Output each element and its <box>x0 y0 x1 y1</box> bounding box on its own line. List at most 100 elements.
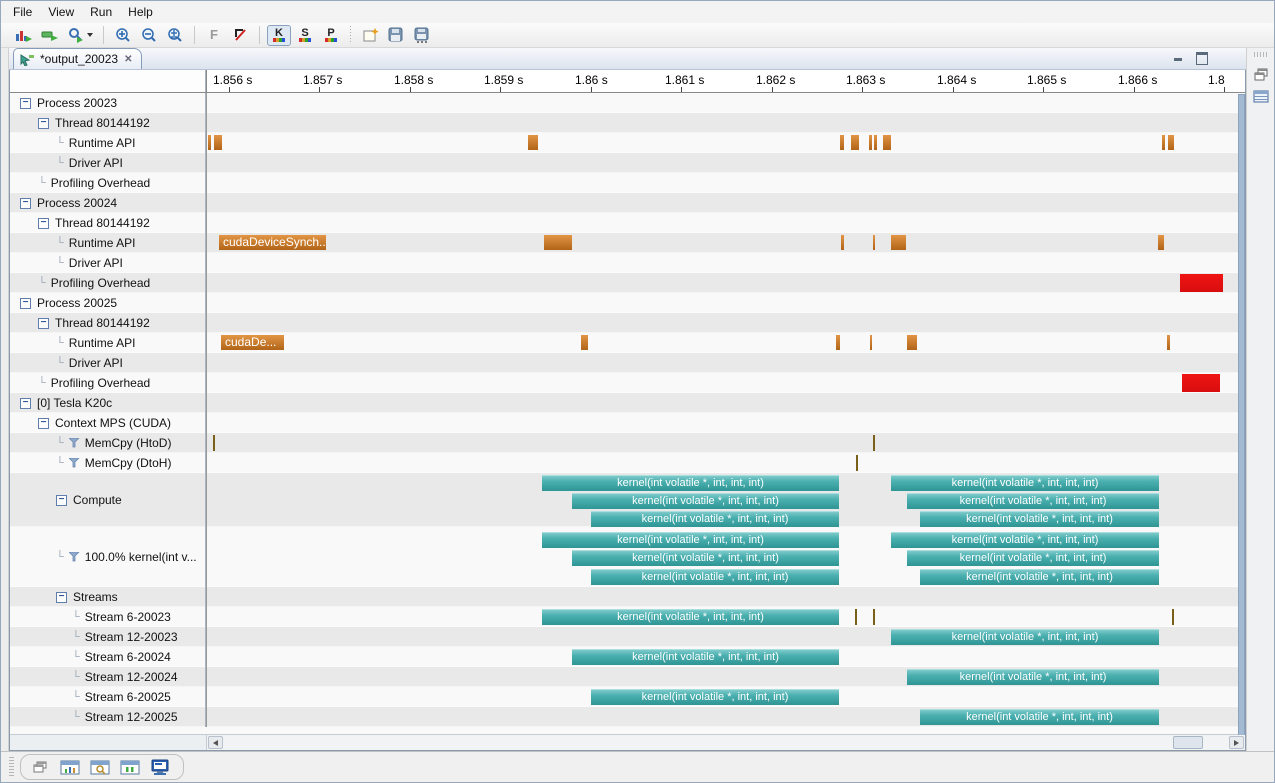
memcpy-marker[interactable] <box>873 609 875 625</box>
memcpy-marker[interactable] <box>856 455 858 471</box>
tree-row-context-mps-cuda-[interactable]: −Context MPS (CUDA) <box>10 413 206 433</box>
minimize-view-icon[interactable] <box>1172 51 1185 63</box>
collapse-expander-icon[interactable]: − <box>56 495 67 506</box>
runtime-api-bar[interactable] <box>544 235 572 250</box>
kernel-bar[interactable]: kernel(int volatile *, int, int, int) <box>907 550 1159 566</box>
properties-table-button[interactable] <box>1250 85 1272 107</box>
kernel-coloring-toggle[interactable]: K <box>267 25 291 46</box>
runtime-api-bar[interactable] <box>907 335 917 350</box>
tree-row-driver-api[interactable]: └Driver API <box>10 153 206 173</box>
close-icon[interactable]: ✕ <box>123 54 133 65</box>
runtime-api-bar[interactable] <box>836 335 840 350</box>
menu-view[interactable]: View <box>40 2 82 22</box>
runtime-api-bar[interactable] <box>841 235 844 250</box>
import-button[interactable] <box>38 25 62 46</box>
zoom-out-button[interactable] <box>137 25 161 46</box>
vertical-scrollbar-thumb[interactable] <box>1238 94 1245 750</box>
zoom-fit-button[interactable] <box>163 25 187 46</box>
tree-row-thread-80144192[interactable]: −Thread 80144192 <box>10 313 206 333</box>
drag-handle-icon[interactable] <box>1254 52 1268 57</box>
tree-row-compute[interactable]: −Compute <box>10 473 206 527</box>
kernel-bar[interactable]: kernel(int volatile *, int, int, int) <box>572 550 839 566</box>
tree-row-memcpy-dtoh-[interactable]: └MemCpy (DtoH) <box>10 453 206 473</box>
kernel-bar[interactable]: kernel(int volatile *, int, int, int) <box>891 629 1159 645</box>
kernel-bar[interactable]: kernel(int volatile *, int, int, int) <box>907 669 1159 685</box>
kernel-bar[interactable]: kernel(int volatile *, int, int, int) <box>591 511 839 527</box>
tree-row-stream-6-20023[interactable]: └Stream 6-20023 <box>10 607 206 627</box>
runtime-api-bar[interactable] <box>874 135 877 150</box>
kernel-bar[interactable]: kernel(int volatile *, int, int, int) <box>891 475 1159 491</box>
tree-row-stream-12-20023[interactable]: └Stream 12-20023 <box>10 627 206 647</box>
tree-row-runtime-api[interactable]: └Runtime API <box>10 333 206 353</box>
kernel-bar[interactable]: kernel(int volatile *, int, int, int) <box>591 689 839 705</box>
vertical-scrollbar[interactable] <box>1238 94 1245 750</box>
collapse-expander-icon[interactable]: − <box>38 218 49 229</box>
runtime-api-bar[interactable]: cudaDe... <box>221 335 284 350</box>
collapse-expander-icon[interactable]: − <box>38 418 49 429</box>
new-session-button[interactable] <box>12 25 36 46</box>
tree-row-stream-12-20024[interactable]: └Stream 12-20024 <box>10 667 206 687</box>
runtime-api-bar[interactable] <box>214 135 222 150</box>
kernel-bar[interactable]: kernel(int volatile *, int, int, int) <box>542 609 839 625</box>
tree-row-stream-6-20025[interactable]: └Stream 6-20025 <box>10 687 206 707</box>
tree-row-streams[interactable]: −Streams <box>10 587 206 607</box>
maximize-view-icon[interactable] <box>1195 51 1208 63</box>
tree-row-100-0-kernel-int-v-[interactable]: └100.0% kernel(int v... <box>10 527 206 587</box>
tree-row-stream-6-20024[interactable]: └Stream 6-20024 <box>10 647 206 667</box>
kernel-bar[interactable]: kernel(int volatile *, int, int, int) <box>920 709 1159 725</box>
tree-row-profiling-overhead[interactable]: └Profiling Overhead <box>10 373 206 393</box>
collapse-expander-icon[interactable]: − <box>20 398 31 409</box>
runtime-api-bar[interactable] <box>1158 235 1164 250</box>
runtime-api-bar[interactable] <box>528 135 538 150</box>
kernel-bar[interactable]: kernel(int volatile *, int, int, int) <box>907 493 1159 509</box>
memcpy-marker[interactable] <box>213 435 215 451</box>
menu-help[interactable]: Help <box>120 2 161 22</box>
collapse-expander-icon[interactable]: − <box>20 298 31 309</box>
kernel-bar[interactable]: kernel(int volatile *, int, int, int) <box>920 569 1159 585</box>
kernel-bar[interactable]: kernel(int volatile *, int, int, int) <box>542 475 839 491</box>
collapse-expander-icon[interactable]: − <box>56 592 67 603</box>
horizontal-scrollbar[interactable] <box>206 735 1245 750</box>
process-coloring-toggle[interactable]: P <box>319 25 343 46</box>
runtime-api-bar[interactable] <box>883 135 891 150</box>
reset-marker-button[interactable] <box>228 25 252 46</box>
horizontal-scrollbar-thumb[interactable] <box>1173 736 1203 749</box>
collapse-expander-icon[interactable]: − <box>38 318 49 329</box>
scroll-left-arrow[interactable] <box>208 736 223 749</box>
runtime-api-bar[interactable] <box>581 335 588 350</box>
runtime-api-bar[interactable] <box>851 135 859 150</box>
collapse-expander-icon[interactable]: − <box>20 98 31 109</box>
overhead-bar[interactable] <box>1180 274 1223 292</box>
tree-row-process-20024[interactable]: −Process 20024 <box>10 193 206 213</box>
memcpy-marker[interactable] <box>855 609 857 625</box>
tree-row-runtime-api[interactable]: └Runtime API <box>10 233 206 253</box>
restore-views-button[interactable] <box>29 757 51 777</box>
tree-row-profiling-overhead[interactable]: └Profiling Overhead <box>10 273 206 293</box>
collapse-expander-icon[interactable]: − <box>20 198 31 209</box>
stream-coloring-toggle[interactable]: S <box>293 25 317 46</box>
kernel-bar[interactable]: kernel(int volatile *, int, int, int) <box>542 532 839 548</box>
runtime-api-bar[interactable] <box>873 235 875 250</box>
kernel-bar[interactable]: kernel(int volatile *, int, int, int) <box>591 569 839 585</box>
filter-button[interactable]: F <box>202 25 226 46</box>
menu-file[interactable]: File <box>5 2 40 22</box>
kernel-bar[interactable]: kernel(int volatile *, int, int, int) <box>572 493 839 509</box>
tree-row-thread-80144192[interactable]: −Thread 80144192 <box>10 213 206 233</box>
tree-row-process-20025[interactable]: −Process 20025 <box>10 293 206 313</box>
details-view-button[interactable] <box>89 757 111 777</box>
save-button[interactable] <box>384 25 408 46</box>
tree-row--0-tesla-k20c[interactable]: −[0] Tesla K20c <box>10 393 206 413</box>
runtime-api-bar[interactable] <box>1162 135 1165 150</box>
tree-row-stream-12-20025[interactable]: └Stream 12-20025 <box>10 707 206 727</box>
kernel-bar[interactable]: kernel(int volatile *, int, int, int) <box>572 649 839 665</box>
search-menu-button[interactable] <box>64 25 96 46</box>
settings-view-button[interactable] <box>119 757 141 777</box>
restore-view-button[interactable] <box>1250 63 1272 85</box>
zoom-in-button[interactable] <box>111 25 135 46</box>
tree-row-runtime-api[interactable]: └Runtime API <box>10 133 206 153</box>
tree-row-profiling-overhead[interactable]: └Profiling Overhead <box>10 173 206 193</box>
runtime-api-bar[interactable]: cudaDeviceSynch... <box>219 235 326 250</box>
menu-run[interactable]: Run <box>82 2 120 22</box>
collapse-expander-icon[interactable]: − <box>38 118 49 129</box>
tree-row-process-20023[interactable]: −Process 20023 <box>10 93 206 113</box>
